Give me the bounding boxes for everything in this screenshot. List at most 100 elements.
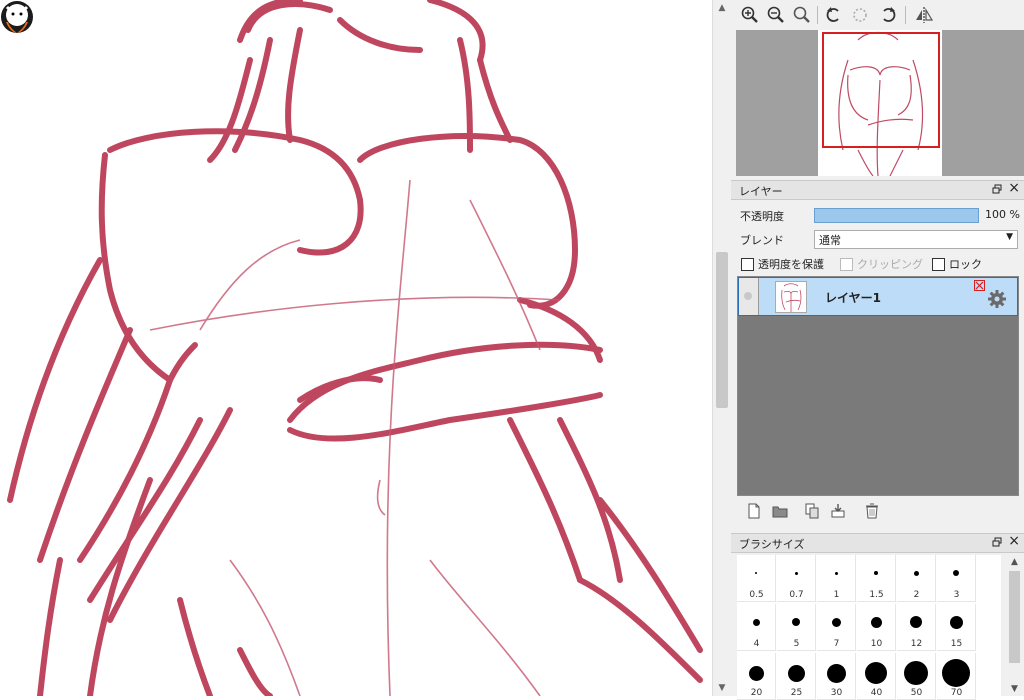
- scroll-down-arrow-icon[interactable]: ▼: [1005, 684, 1024, 694]
- zoom-out-icon[interactable]: [765, 4, 787, 26]
- brush-size-value: 25: [790, 688, 803, 698]
- brush-size-grid[interactable]: 0.5 0.7 1 1.5 2 3 4 5 7 10 12 15 20 25 30 40 50 70: [737, 555, 1001, 700]
- layer-item[interactable]: レイヤー1: [738, 277, 1018, 316]
- lock-checkbox[interactable]: ロック: [932, 256, 992, 272]
- delete-layer-icon[interactable]: [863, 502, 881, 520]
- opacity-label: 不透明度: [740, 210, 784, 223]
- brush-size-panel-header: ブラシサイズ ×: [731, 533, 1024, 553]
- brush-size-value: 0.7: [789, 590, 804, 600]
- right-dock-panel: レイヤー × 不透明度 100 % ブレンド 通常 ▼ 透明度を保護 クリッピン…: [731, 0, 1024, 700]
- zoom-reset-icon[interactable]: [791, 4, 813, 26]
- brush-size-value: 1.5: [869, 590, 884, 600]
- layer-list[interactable]: レイヤー1: [737, 276, 1019, 496]
- scrollbar-thumb[interactable]: [1009, 571, 1020, 663]
- clipping-label: クリッピング: [857, 258, 923, 271]
- navigator-viewport-frame[interactable]: [822, 32, 940, 148]
- panel-restore-icon[interactable]: [992, 184, 1002, 194]
- layer-panel-title: レイヤー: [739, 185, 783, 198]
- layer-visibility-toggle[interactable]: [739, 278, 759, 315]
- layer-delete-icon[interactable]: [974, 280, 985, 291]
- brush-size-cell[interactable]: 4: [737, 604, 776, 651]
- brush-size-value: 50: [910, 688, 923, 698]
- toolbar-separator: [905, 6, 906, 24]
- protect-alpha-checkbox[interactable]: 透明度を保護: [741, 256, 841, 272]
- rotate-right-icon[interactable]: [877, 4, 899, 26]
- brush-size-value: 4: [753, 639, 760, 649]
- brush-size-cell[interactable]: 40: [857, 653, 896, 700]
- new-folder-icon[interactable]: [771, 502, 789, 520]
- rotate-left-icon[interactable]: [823, 4, 845, 26]
- brush-size-value: 5: [793, 639, 800, 649]
- brush-size-dot-icon: [794, 571, 798, 575]
- brush-size-dot-icon: [913, 570, 919, 576]
- brush-size-value: 2: [913, 590, 920, 600]
- panel-close-icon[interactable]: ×: [1008, 180, 1020, 196]
- drawing-canvas[interactable]: [0, 0, 712, 696]
- lock-label: ロック: [949, 258, 982, 271]
- brush-size-cell[interactable]: 3: [937, 555, 976, 602]
- brush-size-value: 12: [910, 639, 923, 649]
- brush-size-panel-title: ブラシサイズ: [739, 538, 805, 551]
- blend-mode-select[interactable]: 通常 ▼: [814, 230, 1018, 249]
- toolbar-separator: [817, 6, 818, 24]
- brush-size-cell[interactable]: 15: [937, 604, 976, 651]
- opacity-value: 100 %: [985, 208, 1020, 221]
- navigator-toolbar: [731, 0, 1024, 28]
- brush-size-cell[interactable]: 0.7: [777, 555, 816, 602]
- brush-size-cell[interactable]: 70: [937, 653, 976, 700]
- chevron-down-icon: ▼: [1006, 232, 1013, 242]
- scroll-up-arrow-icon[interactable]: ▲: [1005, 557, 1024, 567]
- sketch-artwork: [7, 0, 703, 696]
- brush-size-value: 0.5: [749, 590, 764, 600]
- layer-toolbar: [731, 498, 1024, 524]
- brush-size-cell[interactable]: 1: [817, 555, 856, 602]
- brush-size-dot-icon: [953, 570, 959, 576]
- brush-size-cell[interactable]: 50: [897, 653, 936, 700]
- brush-size-cell[interactable]: 10: [857, 604, 896, 651]
- zoom-in-icon[interactable]: [739, 4, 761, 26]
- brush-size-dot-icon: [834, 571, 838, 575]
- duplicate-layer-icon[interactable]: [803, 502, 821, 520]
- scrollbar-thumb[interactable]: [716, 252, 728, 408]
- rotate-reset-icon[interactable]: [849, 4, 871, 26]
- layer-name[interactable]: レイヤー1: [825, 289, 881, 306]
- blend-mode-value: 通常: [819, 234, 841, 247]
- blend-label: ブレンド: [740, 234, 784, 247]
- mascot-avatar-icon: [1, 1, 33, 33]
- brush-size-value: 3: [953, 590, 960, 600]
- brush-size-cell[interactable]: 1.5: [857, 555, 896, 602]
- brush-size-dot-icon: [826, 663, 846, 683]
- brush-size-dot-icon: [874, 571, 878, 575]
- brush-size-scrollbar[interactable]: ▲ ▼: [1005, 555, 1024, 696]
- brush-size-cell[interactable]: 12: [897, 604, 936, 651]
- brush-size-cell[interactable]: 0.5: [737, 555, 776, 602]
- panel-close-icon[interactable]: ×: [1008, 533, 1020, 549]
- flip-horizontal-icon[interactable]: [913, 4, 935, 26]
- visibility-dot-icon: [744, 292, 752, 300]
- brush-size-dot-icon: [787, 664, 805, 682]
- brush-size-cell[interactable]: 5: [777, 604, 816, 651]
- brush-size-cell[interactable]: 7: [817, 604, 856, 651]
- scroll-up-arrow-icon[interactable]: ▲: [713, 0, 731, 16]
- protect-alpha-label: 透明度を保護: [758, 258, 824, 271]
- gear-icon[interactable]: [987, 289, 1007, 309]
- brush-size-dot-icon: [870, 616, 882, 628]
- merge-down-icon[interactable]: [829, 502, 847, 520]
- brush-size-cell[interactable]: 20: [737, 653, 776, 700]
- opacity-slider[interactable]: [814, 208, 979, 223]
- brush-size-dot-icon: [910, 616, 922, 628]
- scroll-down-arrow-icon[interactable]: ▼: [713, 680, 731, 696]
- brush-size-cell[interactable]: 2: [897, 555, 936, 602]
- panel-restore-icon[interactable]: [992, 537, 1002, 547]
- new-layer-icon[interactable]: [745, 502, 763, 520]
- checkbox-box[interactable]: [741, 258, 754, 271]
- brush-size-cell[interactable]: 30: [817, 653, 856, 700]
- brush-size-dot-icon: [748, 665, 764, 681]
- brush-size-value: 70: [950, 688, 963, 698]
- brush-size-value: 7: [833, 639, 840, 649]
- checkbox-box[interactable]: [932, 258, 945, 271]
- brush-size-cell[interactable]: 25: [777, 653, 816, 700]
- canvas-vertical-scrollbar[interactable]: ▲ ▼: [712, 0, 731, 696]
- brush-size-value: 15: [950, 639, 963, 649]
- navigator-preview[interactable]: [736, 30, 1024, 176]
